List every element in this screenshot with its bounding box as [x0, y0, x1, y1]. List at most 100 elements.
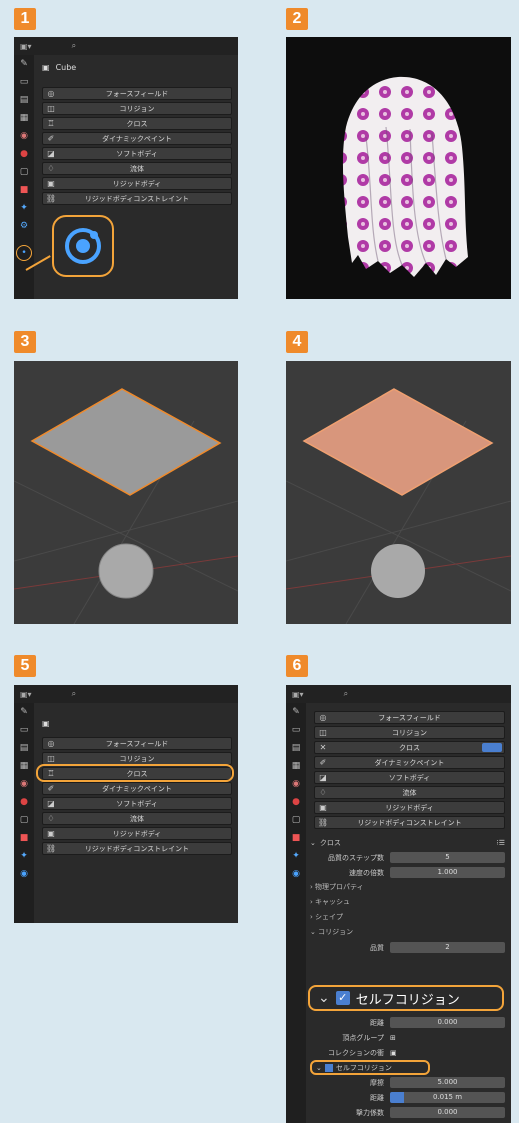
world-icon[interactable]: ●	[14, 145, 34, 163]
force-field-button[interactable]: ◎ フォースフィールド	[42, 87, 232, 100]
object-icon[interactable]: ▢	[286, 811, 306, 829]
tool-icon[interactable]: ✎	[14, 55, 34, 73]
cache-section[interactable]: › キャッシュ	[310, 895, 505, 910]
rigid-body-button[interactable]: ▣ リジッドボディ	[42, 177, 232, 190]
force-field-button[interactable]: ◎ フォースフィールド	[314, 711, 505, 724]
render-icon[interactable]: ▭	[14, 721, 34, 739]
constraint-icon[interactable]: ⚙	[14, 217, 34, 235]
fluid-icon: ♢	[319, 788, 327, 797]
collection-icon[interactable]: ▣	[390, 1049, 397, 1057]
cloth-section-header[interactable]: ⌄ クロス ⁝☰	[310, 835, 505, 850]
view-layer-icon[interactable]: ▦	[14, 757, 34, 775]
physical-properties-section[interactable]: › 物理プロパティ	[310, 880, 505, 895]
physics-icon[interactable]: •	[16, 245, 32, 261]
quality-field[interactable]: 2	[390, 942, 505, 953]
friction-row: 摩擦 5.000	[310, 1075, 505, 1090]
physics-icon[interactable]: ◉	[14, 865, 34, 883]
render-icon[interactable]: ▭	[14, 73, 34, 91]
view-toggle-icons[interactable]	[482, 743, 502, 752]
rigid-body-constraint-button[interactable]: ⛓ リジッドボディコンストレイント	[42, 842, 232, 855]
editor-type-icon[interactable]: ▣▾	[20, 690, 32, 699]
distance2-field[interactable]: 0.015 m	[390, 1092, 505, 1103]
dynamic-paint-button[interactable]: ✐ ダイナミックペイント	[42, 782, 232, 795]
dynamic-paint-button[interactable]: ✐ ダイナミックペイント	[42, 132, 232, 145]
friction-field[interactable]: 5.000	[390, 1077, 505, 1088]
modifier-icon[interactable]: ■	[14, 181, 34, 199]
physics-icon[interactable]: ◉	[286, 865, 306, 883]
particles-icon[interactable]: ✦	[14, 847, 34, 865]
soft-body-button[interactable]: ◪ ソフトボディ	[42, 147, 232, 160]
cloth-button-active[interactable]: ✕ クロス	[314, 741, 505, 754]
distance2-row: 距離 0.015 m	[310, 1090, 505, 1105]
collision-icon: ◫	[319, 728, 327, 737]
particles-icon[interactable]: ✦	[286, 847, 306, 865]
output-icon[interactable]: ▤	[286, 739, 306, 757]
editor-header: ▣▾ ⌕	[14, 37, 238, 55]
checkbox-checked-icon[interactable]: ✓	[335, 991, 350, 1005]
view-layer-icon[interactable]: ▦	[14, 109, 34, 127]
editor-header: ▣▾ ⌕	[286, 685, 511, 703]
plane-icon: ▣	[42, 719, 50, 728]
output-icon[interactable]: ▤	[14, 739, 34, 757]
properties-panel-1: ▣▾ ⌕ ✎ ▭ ▤ ▦ ◉ ● ▢ ■ ✦ ⚙ • ▣ Cube ◎ フォースフ…	[14, 37, 238, 299]
self-collision-callout[interactable]: ⌄ ✓ セルフコリジョン	[308, 985, 504, 1011]
properties-tabs: ✎ ▭ ▤ ▦ ◉ ● ▢ ■ ✦ ◉	[14, 703, 34, 923]
sphere-object[interactable]	[371, 544, 425, 598]
object-icon[interactable]: ▢	[14, 811, 34, 829]
force-field-button[interactable]: ◎ フォースフィールド	[42, 737, 232, 750]
modifier-icon[interactable]: ■	[14, 829, 34, 847]
impulse-field[interactable]: 0.000	[390, 1107, 505, 1118]
cloth-highlight	[36, 764, 234, 782]
world-icon[interactable]: ●	[286, 793, 306, 811]
quality-steps-field[interactable]: 5	[390, 852, 505, 863]
search-icon[interactable]: ⌕	[72, 41, 76, 51]
step-badge-6: 6	[286, 655, 308, 677]
object-icon[interactable]: ▢	[14, 163, 34, 181]
cube-icon: ▣	[42, 63, 50, 72]
modifier-icon[interactable]: ■	[286, 829, 306, 847]
collision-section[interactable]: ⌄ コリジョン	[310, 925, 505, 940]
shape-section[interactable]: › シェイプ	[310, 910, 505, 925]
world-icon[interactable]: ●	[14, 793, 34, 811]
search-icon[interactable]: ⌕	[72, 689, 76, 699]
soft-body-button[interactable]: ◪ ソフトボディ	[314, 771, 505, 784]
soft-body-icon: ◪	[47, 149, 55, 158]
collision-button[interactable]: ◫ コリジョン	[314, 726, 505, 739]
vertex-group-icon[interactable]: ⊞	[390, 1034, 396, 1042]
brush-icon: ✐	[47, 784, 55, 793]
collision-button[interactable]: ◫ コリジョン	[42, 102, 232, 115]
step-badge-1: 1	[14, 8, 36, 30]
list-menu-icon[interactable]: ⁝☰	[496, 839, 505, 847]
physics-button-list: ◎ フォースフィールド ◫ コリジョン ♖ クロス ✐ ダイナミックペイント ◪ ソフトボ…	[42, 737, 232, 857]
scene-icon[interactable]: ◉	[286, 775, 306, 793]
tool-icon[interactable]: ✎	[286, 703, 306, 721]
cloth-settings: ⌄ クロス ⁝☰ 品質のステップ数 5 速度の倍数 1.000 › 物理プロパテ…	[310, 835, 505, 955]
render-icon[interactable]: ▭	[286, 721, 306, 739]
object-name: Cube	[55, 63, 77, 72]
fluid-button[interactable]: ♢ 流体	[42, 812, 232, 825]
rigid-body-button[interactable]: ▣ リジッドボディ	[42, 827, 232, 840]
scene-icon[interactable]: ◉	[14, 127, 34, 145]
output-icon[interactable]: ▤	[14, 91, 34, 109]
distance-field[interactable]: 0.000	[390, 1017, 505, 1028]
cloth-button[interactable]: ♖ クロス	[42, 117, 232, 130]
editor-type-icon[interactable]: ▣▾	[292, 690, 304, 699]
fluid-button[interactable]: ♢ 流体	[42, 162, 232, 175]
rigid-body-constraint-button[interactable]: ⛓ リジッドボディコンストレイント	[42, 192, 232, 205]
dynamic-paint-button[interactable]: ✐ ダイナミックペイント	[314, 756, 505, 769]
speed-multiplier-field[interactable]: 1.000	[390, 867, 505, 878]
tool-icon[interactable]: ✎	[14, 703, 34, 721]
self-collision-small-row[interactable]: ⌄ セルフコリジョン	[310, 1060, 430, 1075]
soft-body-button[interactable]: ◪ ソフトボディ	[42, 797, 232, 810]
scene-icon[interactable]: ◉	[14, 775, 34, 793]
view-layer-icon[interactable]: ▦	[286, 757, 306, 775]
editor-type-icon[interactable]: ▣▾	[20, 42, 32, 51]
search-icon[interactable]: ⌕	[344, 689, 348, 699]
checkbox-checked-icon[interactable]	[324, 1063, 333, 1072]
rigid-body-button[interactable]: ▣ リジッドボディ	[314, 801, 505, 814]
particles-icon[interactable]: ✦	[14, 199, 34, 217]
speed-multiplier-row: 速度の倍数 1.000	[310, 865, 505, 880]
viewport-4	[286, 361, 511, 624]
fluid-button[interactable]: ♢ 流体	[314, 786, 505, 799]
rigid-body-constraint-button[interactable]: ⛓ リジッドボディコンストレイント	[314, 816, 505, 829]
